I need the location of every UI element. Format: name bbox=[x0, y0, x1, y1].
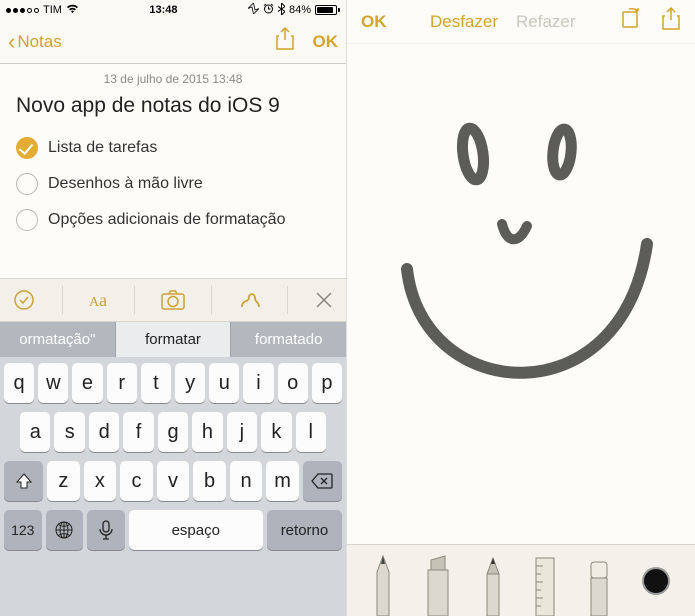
undo-button[interactable]: Desfazer bbox=[430, 12, 498, 32]
share-button[interactable] bbox=[275, 27, 295, 56]
sketch-done-button[interactable]: OK bbox=[361, 12, 387, 32]
sketch-share-button[interactable] bbox=[661, 7, 681, 36]
checklist-label: Lista de tarefas bbox=[48, 137, 330, 157]
numbers-key[interactable]: 123 bbox=[4, 510, 42, 550]
checkbox-checked-icon[interactable] bbox=[16, 137, 38, 159]
sketch-nav-bar: OK Desfazer Refazer bbox=[347, 0, 695, 44]
key-p[interactable]: p bbox=[312, 363, 342, 403]
format-toolbar: Aa bbox=[0, 278, 346, 322]
key-r[interactable]: r bbox=[107, 363, 137, 403]
return-key[interactable]: retorno bbox=[267, 510, 342, 550]
camera-button[interactable] bbox=[161, 290, 185, 310]
done-button[interactable]: OK bbox=[313, 32, 339, 52]
nav-bar: ‹ Notas OK bbox=[0, 20, 346, 64]
key-b[interactable]: b bbox=[193, 461, 226, 501]
keyboard-suggestions: ormatação" formatar formatado bbox=[0, 322, 346, 357]
key-e[interactable]: e bbox=[72, 363, 102, 403]
key-a[interactable]: a bbox=[20, 412, 50, 452]
shift-key[interactable] bbox=[4, 461, 43, 501]
suggestion[interactable]: ormatação" bbox=[0, 322, 115, 357]
checklist-item[interactable]: Desenhos à mão livre bbox=[16, 166, 330, 202]
note-content[interactable]: 13 de julho de 2015 13:48 Novo app de no… bbox=[0, 64, 346, 250]
key-c[interactable]: c bbox=[120, 461, 153, 501]
chevron-left-icon: ‹ bbox=[8, 31, 15, 53]
key-v[interactable]: v bbox=[157, 461, 190, 501]
key-u[interactable]: u bbox=[209, 363, 239, 403]
wifi-icon bbox=[66, 4, 79, 17]
back-label: Notas bbox=[17, 32, 61, 52]
eraser-tool[interactable] bbox=[587, 545, 611, 616]
text-style-button[interactable]: Aa bbox=[89, 290, 107, 311]
marker-tool[interactable] bbox=[424, 545, 452, 616]
pencil-tool[interactable] bbox=[483, 545, 503, 616]
pen-tool[interactable] bbox=[372, 545, 394, 616]
key-m[interactable]: m bbox=[266, 461, 299, 501]
bluetooth-icon bbox=[278, 3, 285, 18]
battery-percent: 84% bbox=[289, 4, 311, 16]
navigation-icon bbox=[248, 3, 259, 17]
key-i[interactable]: i bbox=[243, 363, 273, 403]
alarm-icon bbox=[263, 3, 274, 17]
redo-button: Refazer bbox=[516, 12, 576, 32]
drawing-canvas[interactable] bbox=[347, 44, 695, 544]
key-o[interactable]: o bbox=[278, 363, 308, 403]
dictation-key[interactable] bbox=[87, 510, 125, 550]
color-picker[interactable] bbox=[642, 545, 670, 616]
keyboard: q w e r t y u i o p a s d f g h j k l z bbox=[0, 357, 346, 616]
key-t[interactable]: t bbox=[141, 363, 171, 403]
smiley-drawing bbox=[347, 44, 695, 544]
key-h[interactable]: h bbox=[192, 412, 222, 452]
key-n[interactable]: n bbox=[230, 461, 263, 501]
backspace-key[interactable] bbox=[303, 461, 342, 501]
sketch-screen: OK Desfazer Refazer bbox=[347, 0, 695, 616]
checkbox-icon[interactable] bbox=[16, 209, 38, 231]
key-w[interactable]: w bbox=[38, 363, 68, 403]
space-key[interactable]: espaço bbox=[129, 510, 263, 550]
rotate-button[interactable] bbox=[619, 7, 641, 36]
sketch-button[interactable] bbox=[239, 289, 261, 311]
key-d[interactable]: d bbox=[89, 412, 119, 452]
key-j[interactable]: j bbox=[227, 412, 257, 452]
suggestion[interactable]: formatar bbox=[115, 322, 231, 357]
carrier-label: TIM bbox=[43, 4, 62, 16]
status-bar: TIM 13:48 84% bbox=[0, 0, 346, 20]
battery-icon bbox=[315, 5, 340, 15]
checklist-label: Desenhos à mão livre bbox=[48, 173, 330, 193]
checklist-item[interactable]: Opções adicionais de formatação bbox=[16, 202, 330, 238]
key-f[interactable]: f bbox=[123, 412, 153, 452]
note-title: Novo app de notas do iOS 9 bbox=[16, 94, 330, 130]
key-s[interactable]: s bbox=[54, 412, 84, 452]
key-z[interactable]: z bbox=[47, 461, 80, 501]
suggestion[interactable]: formatado bbox=[230, 322, 346, 357]
clock: 13:48 bbox=[149, 4, 177, 16]
close-toolbar-button[interactable] bbox=[315, 291, 333, 309]
key-k[interactable]: k bbox=[261, 412, 291, 452]
signal-dots-icon bbox=[6, 8, 39, 13]
checklist-tool-button[interactable] bbox=[13, 289, 35, 311]
checkbox-icon[interactable] bbox=[16, 173, 38, 195]
checklist-item[interactable]: Lista de tarefas bbox=[16, 130, 330, 166]
ruler-tool[interactable] bbox=[533, 545, 557, 616]
key-l[interactable]: l bbox=[296, 412, 326, 452]
globe-key[interactable] bbox=[46, 510, 84, 550]
back-button[interactable]: ‹ Notas bbox=[8, 31, 62, 53]
key-g[interactable]: g bbox=[158, 412, 188, 452]
key-q[interactable]: q bbox=[4, 363, 34, 403]
drawing-toolbar bbox=[347, 544, 695, 616]
note-date: 13 de julho de 2015 13:48 bbox=[16, 72, 330, 94]
key-x[interactable]: x bbox=[84, 461, 117, 501]
notes-editor-screen: TIM 13:48 84% ‹ Notas bbox=[0, 0, 347, 616]
color-swatch-icon bbox=[642, 567, 670, 595]
key-y[interactable]: y bbox=[175, 363, 205, 403]
checklist-label: Opções adicionais de formatação bbox=[48, 209, 330, 229]
